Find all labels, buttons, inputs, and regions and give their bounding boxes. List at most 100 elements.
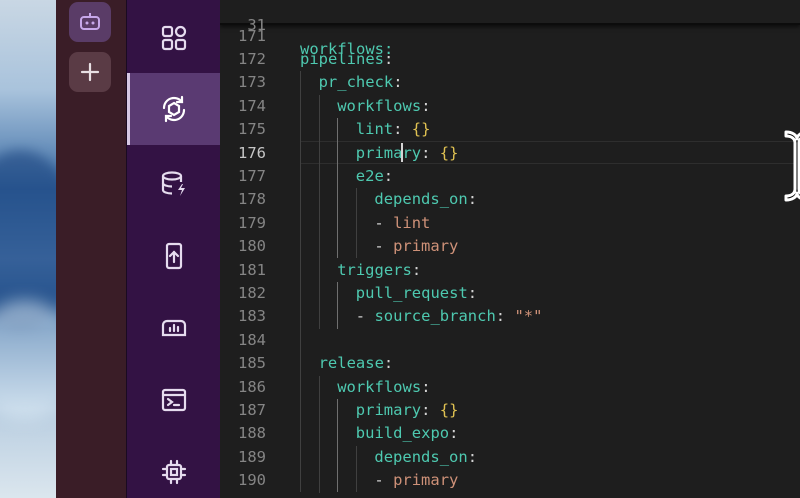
code-line: 183 - source_branch: "*" [220,305,800,328]
code-token: lint [393,213,431,232]
code-token: : [495,307,515,326]
code-token: : [411,260,422,279]
code-line: 182 pull_request: [220,282,800,305]
code-line: 181 triggers: [220,259,800,282]
code-line: 190 - primary [220,469,800,492]
code-token: : [467,447,478,466]
line-number: 174 [238,96,266,115]
activity-apps[interactable] [127,2,221,74]
line-code: pull_request: [356,282,477,305]
activity-dashboard[interactable] [127,292,221,364]
database-bolt-icon [161,171,185,196]
line-number: 185 [238,354,266,373]
line-code: workflows: [337,376,430,399]
code-line: 186 workflows: [220,376,800,399]
add-workspace-button[interactable] [69,52,111,92]
line-code: triggers: [337,259,421,282]
activity-bar [126,0,221,498]
line-code: - primary [374,469,458,492]
line-code: lint: {} [356,118,431,141]
line-number: 179 [238,213,266,232]
workspace-bar [56,0,126,498]
line-number: 186 [238,377,266,396]
code-line: 175 lint: {} [220,118,800,141]
line-code: depends_on: [374,188,477,211]
line-number: 188 [238,424,266,443]
activity-workflows[interactable] [127,73,221,145]
code-token: primary [393,237,459,256]
code-token: primary [355,400,422,419]
line-number: 31 [247,16,266,35]
activity-mobile[interactable] [127,220,221,292]
activity-terminal[interactable] [127,364,221,436]
code-editor[interactable]: 31 workflows: 171 172 pipelines: 173 pr_chec… [220,0,800,498]
code-line: 180 - primary [220,235,800,258]
code-token: e2e [355,166,384,185]
code-token: {} [439,400,459,419]
line-code: pr_check: [319,71,403,94]
code-token: : [393,120,412,139]
dashboard-gauge-icon [161,319,187,337]
code-token: depends_on [374,190,468,209]
code-line: 173 pr_check: [220,71,800,94]
activity-database[interactable] [127,148,221,220]
code-token: : [383,354,394,373]
code-line: 178 depends_on: [220,188,800,211]
code-token: primary [393,471,459,490]
sticky-scroll-header[interactable]: 31 workflows: [220,0,800,58]
code-token: : [383,166,394,185]
code-token: - [374,237,394,256]
code-line: 184 [220,329,800,352]
line-code: release: [319,352,394,375]
activity-chip[interactable] [127,436,221,498]
code-token: release [318,354,384,373]
wallpaper-wave [0,300,56,420]
code-token: "*" [514,307,543,326]
robot-icon [80,13,100,30]
line-number: 175 [238,120,266,139]
code-token: : [421,143,440,162]
line-number: 190 [238,471,266,490]
code-token: - [374,213,394,232]
terminal-icon [161,388,187,412]
text-caret [401,143,403,162]
code-token: - [355,307,375,326]
line-code: workflows: [337,95,430,118]
line-code: - lint [374,212,430,235]
code-token: {} [439,143,459,162]
line-number: 183 [238,307,266,326]
code-token: : [421,377,431,396]
code-token: : [467,190,478,209]
line-code: primary: {} [356,399,459,422]
code-line: 179 - lint [220,212,800,235]
line-number: 178 [238,190,266,209]
code-token: workflows [337,377,422,396]
line-code: e2e: [356,165,393,188]
line-code: depends_on: [374,446,477,469]
line-number: 189 [238,447,266,466]
line-number: 177 [238,166,266,185]
code-line: 187 primary: {} [220,399,800,422]
code-token: {} [411,120,431,139]
code-token: : [421,400,440,419]
chip-icon [161,459,187,485]
line-code: primary: {} [356,142,459,165]
code-token: : [421,96,431,115]
code-token: depends_on [374,447,468,466]
code-line: 174 workflows: [220,95,800,118]
code-token: pull_request [355,283,468,302]
line-number: 184 [238,330,266,349]
code-line: 176 primary: {} [220,142,800,165]
code-token: primary [355,143,422,162]
line-number: 180 [238,237,266,256]
plus-icon [80,62,100,82]
line-code: - primary [374,235,458,258]
workspace-button[interactable] [69,2,111,42]
mobile-upload-icon [165,242,183,270]
line-code: - source_branch: "*" [356,305,543,328]
code-token: workflows [337,96,422,115]
text-cursor-icon [784,130,800,202]
line-number: 181 [238,260,266,279]
line-number: 187 [238,400,266,419]
code-line: 177 e2e: [220,165,800,188]
